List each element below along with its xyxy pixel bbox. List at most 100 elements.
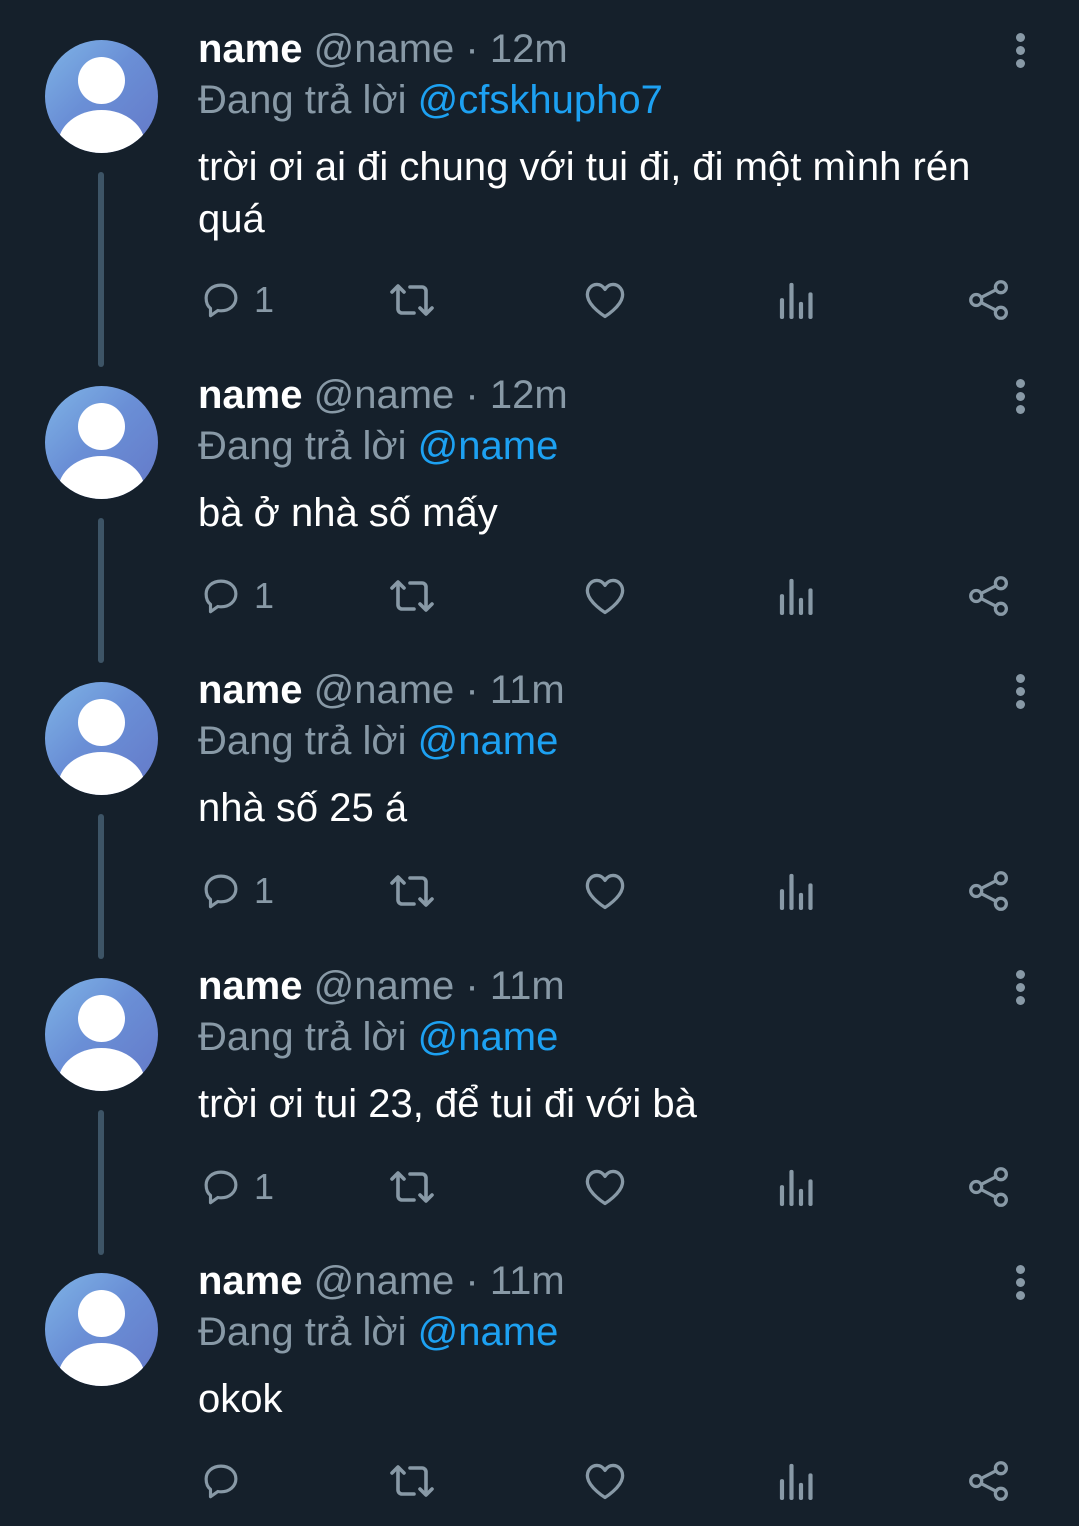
retweet-button[interactable] <box>388 275 436 325</box>
retweet-icon <box>390 1171 434 1203</box>
share-icon <box>969 1167 1008 1207</box>
display-name[interactable]: name <box>198 964 303 1008</box>
retweet-icon <box>390 284 434 316</box>
tweet-header: name @name · 11m <box>198 963 565 1009</box>
heart-icon <box>585 578 625 615</box>
handle[interactable]: @name <box>314 964 455 1008</box>
reply-button[interactable] <box>200 1456 254 1506</box>
reply-icon <box>204 1170 238 1205</box>
tweet-header: name @name · 11m <box>198 667 565 713</box>
avatar[interactable] <box>45 1273 158 1386</box>
thread-line <box>98 172 104 367</box>
tweet-text: okok <box>198 1377 283 1421</box>
reply-count: 1 <box>254 1166 275 1207</box>
share-button[interactable] <box>967 1456 1011 1506</box>
retweet-icon <box>390 580 434 612</box>
tweet-actions: 1 <box>0 866 1079 916</box>
analytics-button[interactable] <box>778 1456 816 1506</box>
heart-icon <box>585 873 625 910</box>
mention-link[interactable]: @cfskhupho7 <box>418 78 663 122</box>
reply-count: 1 <box>254 279 275 320</box>
more-options-button[interactable] <box>1006 30 1036 70</box>
tweet-actions: 1 <box>0 1162 1079 1212</box>
timestamp[interactable]: · 12m <box>465 373 567 417</box>
analytics-button[interactable] <box>778 275 816 325</box>
replying-to-label: Đang trả lời <box>198 78 407 122</box>
tweet-actions: 1 <box>0 571 1079 621</box>
timestamp[interactable]: · 12m <box>465 27 567 71</box>
reply-button[interactable]: 1 <box>200 1162 274 1212</box>
retweet-button[interactable] <box>388 571 436 621</box>
replying-to-label: Đang trả lời <box>198 1310 407 1354</box>
handle[interactable]: @name <box>314 1259 455 1303</box>
reply-icon <box>204 283 238 318</box>
share-button[interactable] <box>967 275 1011 325</box>
reply-button[interactable]: 1 <box>200 275 274 325</box>
share-button[interactable] <box>967 1162 1011 1212</box>
share-icon <box>969 1461 1008 1501</box>
share-button[interactable] <box>967 571 1011 621</box>
share-icon <box>969 280 1008 320</box>
handle[interactable]: @name <box>314 668 455 712</box>
share-button[interactable] <box>967 866 1011 916</box>
heart-icon <box>585 1463 625 1500</box>
more-options-button[interactable] <box>1006 967 1036 1007</box>
avatar[interactable] <box>45 386 158 499</box>
more-options-button[interactable] <box>1006 671 1036 711</box>
timestamp[interactable]: · 11m <box>465 1259 564 1303</box>
analytics-icon <box>779 282 813 319</box>
timestamp[interactable]: · 11m <box>465 964 564 1008</box>
tweet-actions: 1 <box>0 275 1079 325</box>
reply-icon <box>204 1464 238 1499</box>
replying-to: Đang trả lời @name <box>198 718 558 764</box>
replying-to-label: Đang trả lời <box>198 1015 407 1059</box>
tweet-header: name @name · 12m <box>198 372 568 418</box>
retweet-button[interactable] <box>388 1162 436 1212</box>
retweet-icon <box>390 1465 434 1497</box>
like-button[interactable] <box>583 571 627 621</box>
timestamp[interactable]: · 11m <box>465 668 564 712</box>
retweet-button[interactable] <box>388 866 436 916</box>
display-name[interactable]: name <box>198 1259 303 1303</box>
display-name[interactable]: name <box>198 373 303 417</box>
tweet-text: nhà số 25 á <box>198 786 408 830</box>
reply-button[interactable]: 1 <box>200 571 274 621</box>
avatar[interactable] <box>45 40 158 153</box>
mention-link[interactable]: @name <box>418 719 559 763</box>
tweet-text: trời ơi ai đi chung với tui đi, đi một m… <box>198 145 971 241</box>
tweet-actions <box>0 1456 1079 1506</box>
avatar[interactable] <box>45 978 158 1091</box>
more-options-button[interactable] <box>1006 1262 1036 1302</box>
analytics-icon <box>779 873 813 910</box>
analytics-button[interactable] <box>778 1162 816 1212</box>
analytics-button[interactable] <box>778 571 816 621</box>
like-button[interactable] <box>583 1162 627 1212</box>
handle[interactable]: @name <box>314 27 455 71</box>
tweet-text: bà ở nhà số mấy <box>198 491 498 535</box>
like-button[interactable] <box>583 1456 627 1506</box>
display-name[interactable]: name <box>198 668 303 712</box>
like-button[interactable] <box>583 275 627 325</box>
tweet-text: trời ơi tui 23, để tui đi với bà <box>198 1082 697 1126</box>
replying-to-label: Đang trả lời <box>198 424 407 468</box>
mention-link[interactable]: @name <box>418 424 559 468</box>
reply-icon <box>204 874 238 909</box>
analytics-button[interactable] <box>778 866 816 916</box>
analytics-icon <box>779 1463 813 1500</box>
replying-to-label: Đang trả lời <box>198 719 407 763</box>
mention-link[interactable]: @name <box>418 1310 559 1354</box>
replying-to: Đang trả lời @cfskhupho7 <box>198 77 663 123</box>
handle[interactable]: @name <box>314 373 455 417</box>
replying-to: Đang trả lời @name <box>198 1014 558 1060</box>
reply-count: 1 <box>254 870 275 911</box>
replying-to: Đang trả lời @name <box>198 423 558 469</box>
retweet-button[interactable] <box>388 1456 436 1506</box>
reply-button[interactable]: 1 <box>200 866 274 916</box>
tweet-header: name @name · 12m <box>198 26 568 72</box>
avatar[interactable] <box>45 682 158 795</box>
share-icon <box>969 576 1008 616</box>
more-options-button[interactable] <box>1006 376 1036 416</box>
like-button[interactable] <box>583 866 627 916</box>
display-name[interactable]: name <box>198 27 303 71</box>
mention-link[interactable]: @name <box>418 1015 559 1059</box>
